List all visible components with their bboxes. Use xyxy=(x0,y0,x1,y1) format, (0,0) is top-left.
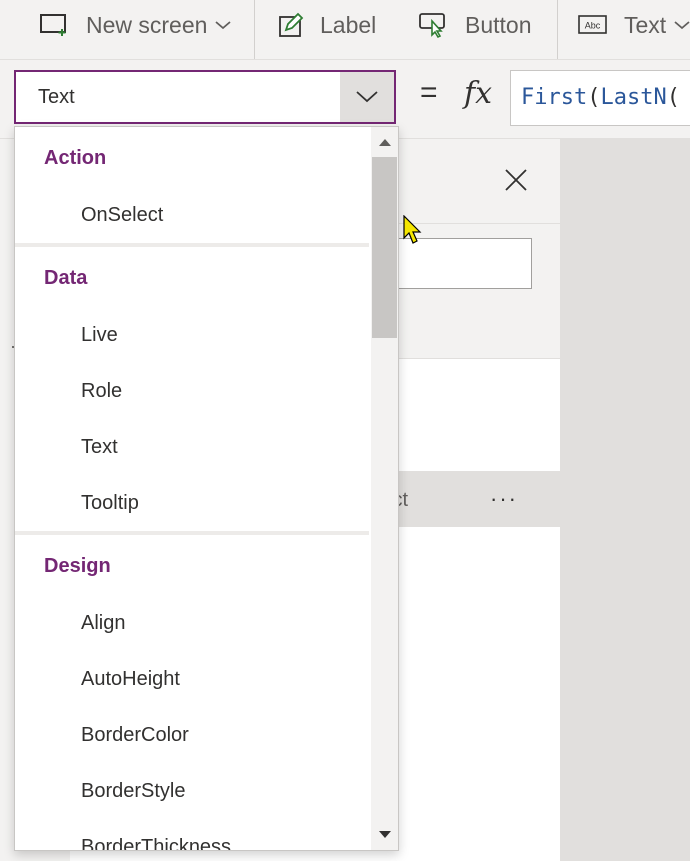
property-list: Action OnSelect Data Live Role Text Tool… xyxy=(15,127,369,850)
formula-function: LastN xyxy=(600,85,667,110)
property-item-bordercolor[interactable]: BorderColor xyxy=(15,707,369,763)
property-selector-value: Text xyxy=(38,86,75,108)
formula-paren: ( xyxy=(587,85,601,110)
ribbon-divider xyxy=(254,0,255,59)
scroll-down-arrow-icon[interactable] xyxy=(371,820,398,850)
label-label: Label xyxy=(320,11,377,38)
pointer-button-icon xyxy=(419,11,449,39)
property-dropdown-list: Action OnSelect Data Live Role Text Tool… xyxy=(14,126,399,851)
text-menu-button[interactable]: Abc Text xyxy=(578,0,690,50)
property-selector[interactable]: Text xyxy=(14,70,396,124)
property-item-onselect[interactable]: OnSelect xyxy=(15,187,369,243)
formula-function: First xyxy=(521,85,588,110)
group-header-action: Action xyxy=(44,147,107,169)
equals-sign: = xyxy=(420,76,438,109)
property-item-borderstyle[interactable]: BorderStyle xyxy=(15,763,369,819)
group-header-design: Design xyxy=(44,555,111,577)
pencil-icon xyxy=(278,12,304,38)
dropdown-scrollbar[interactable] xyxy=(371,127,398,850)
text-label: Text xyxy=(624,11,667,38)
chevron-down-icon xyxy=(215,20,232,30)
new-screen-label: New screen xyxy=(86,11,208,38)
more-options-button[interactable]: ··· xyxy=(480,471,528,527)
fx-icon[interactable]: fx xyxy=(464,76,492,111)
app-canvas xyxy=(560,139,690,861)
formula-input[interactable]: First(LastN( xyxy=(510,70,690,126)
property-item-text[interactable]: Text xyxy=(15,419,369,475)
abc-text-icon: Abc xyxy=(578,14,608,36)
property-item-borderthickness[interactable]: BorderThickness xyxy=(15,819,369,850)
label-button[interactable]: Label xyxy=(278,0,376,50)
mouse-cursor-icon xyxy=(403,214,423,250)
property-item-live[interactable]: Live xyxy=(15,307,369,363)
property-item-autoheight[interactable]: AutoHeight xyxy=(15,651,369,707)
scrollbar-thumb[interactable] xyxy=(372,157,397,338)
svg-text:Abc: Abc xyxy=(585,21,601,31)
close-button[interactable] xyxy=(498,162,534,198)
new-screen-button[interactable]: New screen xyxy=(40,0,232,50)
property-item-tooltip[interactable]: Tooltip xyxy=(15,475,369,531)
insert-button-button[interactable]: Button xyxy=(419,0,532,50)
button-label: Button xyxy=(465,11,532,38)
group-header-data: Data xyxy=(44,267,88,289)
property-item-align[interactable]: Align xyxy=(15,595,369,651)
property-item-role[interactable]: Role xyxy=(15,363,369,419)
close-icon xyxy=(504,168,528,192)
chevron-down-icon xyxy=(356,91,378,103)
chevron-down-icon xyxy=(674,20,690,30)
ribbon-divider xyxy=(557,0,558,59)
scroll-up-arrow-icon[interactable] xyxy=(371,127,398,157)
new-screen-icon xyxy=(40,12,70,38)
formula-paren: ( xyxy=(666,85,680,110)
property-dropdown-toggle[interactable] xyxy=(340,72,394,122)
